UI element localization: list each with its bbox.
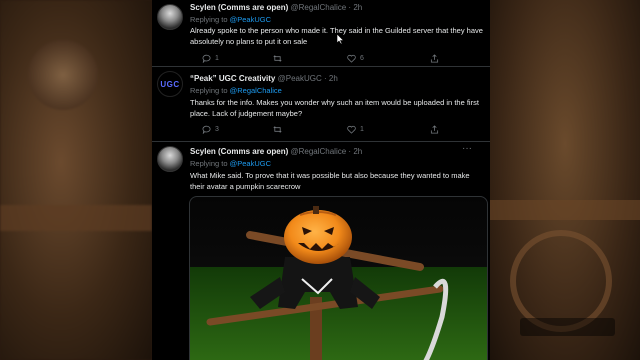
separator-dot: ·	[323, 74, 327, 83]
avatar-logo-text: UGC	[160, 79, 180, 89]
author-handle[interactable]: @RegalChalice	[290, 147, 346, 156]
pumpkin-head	[284, 210, 352, 264]
tweet[interactable]: UGC “Peak” UGC Creativity @PeakUGC · 2h …	[152, 67, 490, 142]
background-wooden-beam	[0, 205, 152, 231]
share-icon	[430, 54, 439, 63]
share-button[interactable]	[430, 54, 439, 63]
replying-to: Replying to @RegalChalice	[190, 86, 282, 95]
author-name[interactable]: “Peak” UGC Creativity	[190, 74, 275, 83]
background-hud-element	[520, 318, 615, 336]
replying-to-link[interactable]: @PeakUGC	[230, 15, 271, 24]
like-icon	[347, 54, 356, 63]
retweet-icon	[273, 55, 282, 62]
timestamp[interactable]: 2h	[353, 147, 362, 156]
reply-icon	[202, 125, 211, 134]
replying-to-label: Replying to	[190, 86, 228, 95]
reply-icon	[202, 54, 211, 63]
share-button[interactable]	[430, 125, 439, 134]
background-game-scene-right	[490, 0, 640, 360]
reply-button[interactable]: 3	[202, 125, 219, 134]
tweet-header: Scylen (Comms are open) @RegalChalice · …	[190, 147, 362, 156]
like-count: 1	[360, 126, 364, 133]
separator-dot: ·	[348, 147, 352, 156]
more-icon[interactable]: ···	[462, 143, 472, 154]
author-name[interactable]: Scylen (Comms are open)	[190, 147, 288, 156]
replying-to: Replying to @PeakUGC	[190, 15, 271, 24]
avatar[interactable]	[157, 146, 183, 172]
background-round-window	[28, 40, 98, 110]
author-handle[interactable]: @PeakUGC	[278, 74, 322, 83]
avatar[interactable]	[157, 4, 183, 30]
reply-count: 3	[215, 126, 219, 133]
tweet-media-image[interactable]	[189, 196, 488, 360]
like-count: 6	[360, 55, 364, 62]
background-cart-wheel	[510, 230, 612, 332]
replying-to: Replying to @PeakUGC	[190, 159, 271, 168]
pumpkin-stem	[313, 206, 319, 214]
replying-to-label: Replying to	[190, 15, 228, 24]
mouse-cursor-icon	[337, 34, 344, 44]
separator-dot: ·	[348, 3, 352, 12]
like-button[interactable]: 1	[347, 125, 364, 134]
replying-to-link[interactable]: @PeakUGC	[230, 159, 271, 168]
tweet-text: Thanks for the info. Makes you wonder wh…	[190, 98, 479, 118]
timestamp[interactable]: 2h	[353, 3, 362, 12]
reply-count: 1	[215, 55, 219, 62]
author-handle[interactable]: @RegalChalice	[290, 3, 346, 12]
share-icon	[430, 125, 439, 134]
like-button[interactable]: 6	[347, 54, 364, 63]
tweet-text: What Mike said. To prove that it was pos…	[190, 171, 470, 191]
tweet-header: “Peak” UGC Creativity @PeakUGC · 2h	[190, 74, 338, 83]
replying-to-link[interactable]: @RegalChalice	[230, 86, 282, 95]
tweet[interactable]: Scylen (Comms are open) @RegalChalice · …	[152, 0, 490, 67]
avatar[interactable]: UGC	[157, 71, 183, 97]
retweet-button[interactable]	[273, 54, 286, 63]
tweet-header: Scylen (Comms are open) @RegalChalice · …	[190, 3, 362, 12]
twitter-feed: Scylen (Comms are open) @RegalChalice · …	[152, 0, 490, 360]
replying-to-label: Replying to	[190, 159, 228, 168]
timestamp[interactable]: 2h	[329, 74, 338, 83]
retweet-icon	[273, 126, 282, 133]
author-name[interactable]: Scylen (Comms are open)	[190, 3, 288, 12]
reply-button[interactable]: 1	[202, 54, 219, 63]
retweet-button[interactable]	[273, 125, 286, 134]
background-wooden-beam-right	[490, 200, 640, 220]
background-game-scene-left	[0, 0, 152, 360]
pumpkin-scarecrow-image	[190, 206, 487, 360]
like-icon	[347, 125, 356, 134]
